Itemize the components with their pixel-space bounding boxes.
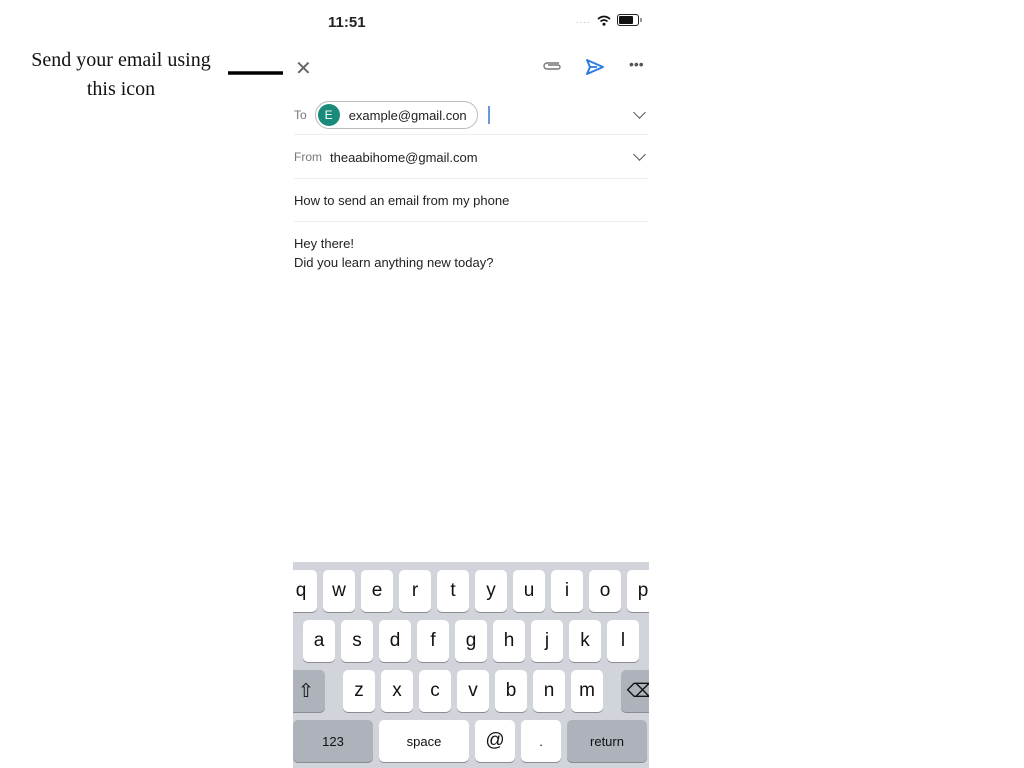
keyboard-row-2: asdfghjkl	[303, 620, 639, 662]
wifi-icon	[597, 15, 611, 26]
shift-key[interactable]: ⇧	[293, 670, 325, 712]
key-a[interactable]: a	[303, 620, 335, 662]
key-o[interactable]: o	[589, 570, 621, 612]
phone-screen: 11:51 .... ✕ ••• To E example@gmail.con …	[283, 0, 653, 768]
body-line-1: Hey there!	[294, 236, 354, 251]
to-label: To	[294, 108, 307, 122]
recipient-avatar: E	[317, 104, 340, 126]
key-m[interactable]: m	[571, 670, 603, 712]
annotation-caption: Send your email using this icon	[10, 46, 232, 104]
paperclip-icon[interactable]	[541, 59, 563, 73]
status-icons: ....	[575, 14, 642, 26]
key-s[interactable]: s	[341, 620, 373, 662]
key-w[interactable]: w	[323, 570, 355, 612]
key-i[interactable]: i	[551, 570, 583, 612]
key-e[interactable]: e	[361, 570, 393, 612]
text-cursor	[487, 106, 490, 124]
from-email: theaabihome@gmail.com	[330, 149, 478, 165]
key-f[interactable]: f	[417, 620, 449, 662]
keyboard-row-4: 123 space @ . return	[293, 720, 647, 762]
from-label: From	[294, 150, 322, 164]
at-key[interactable]: @	[475, 720, 515, 762]
key-k[interactable]: k	[569, 620, 601, 662]
key-l[interactable]: l	[607, 620, 639, 662]
space-key[interactable]: space	[379, 720, 469, 762]
key-q[interactable]: q	[293, 570, 317, 612]
annotation-line-1: Send your email using	[31, 49, 211, 71]
close-button[interactable]: ✕	[295, 56, 312, 81]
to-chevron-down-icon[interactable]	[633, 106, 646, 119]
send-icon[interactable]	[585, 58, 605, 76]
from-field[interactable]: From theaabihome@gmail.com	[294, 136, 648, 179]
battery-icon	[617, 14, 642, 26]
from-chevron-down-icon[interactable]	[633, 148, 646, 161]
key-y[interactable]: y	[475, 570, 507, 612]
period-key[interactable]: .	[521, 720, 561, 762]
signal-icon: ....	[575, 14, 591, 26]
key-u[interactable]: u	[513, 570, 545, 612]
key-j[interactable]: j	[531, 620, 563, 662]
key-v[interactable]: v	[457, 670, 489, 712]
key-r[interactable]: r	[399, 570, 431, 612]
backspace-key[interactable]: ⌫	[621, 670, 649, 712]
subject-text: How to send an email from my phone	[294, 192, 510, 208]
more-options-button[interactable]: •••	[629, 56, 644, 72]
recipient-chip[interactable]: E example@gmail.con	[314, 101, 478, 129]
key-d[interactable]: d	[379, 620, 411, 662]
keyboard-row-1: qwertyuiop	[293, 570, 649, 612]
key-g[interactable]: g	[455, 620, 487, 662]
recipient-email: example@gmail.con	[348, 107, 467, 123]
key-h[interactable]: h	[493, 620, 525, 662]
key-x[interactable]: x	[381, 670, 413, 712]
subject-field[interactable]: How to send an email from my phone	[294, 179, 648, 222]
key-p[interactable]: p	[627, 570, 649, 612]
key-c[interactable]: c	[419, 670, 451, 712]
return-key[interactable]: return	[567, 720, 647, 762]
message-body[interactable]: Hey there! Did you learn anything new to…	[294, 234, 493, 272]
key-b[interactable]: b	[495, 670, 527, 712]
keyboard-row-3: ⇧ zxcvbnm ⌫	[293, 670, 649, 712]
key-z[interactable]: z	[343, 670, 375, 712]
numbers-key[interactable]: 123	[293, 720, 373, 762]
keyboard: qwertyuiop asdfghjkl ⇧ zxcvbnm ⌫ 123 spa…	[293, 562, 649, 768]
to-field[interactable]: To E example@gmail.con	[294, 96, 648, 135]
body-line-2: Did you learn anything new today?	[294, 255, 494, 270]
annotation-line-2: this icon	[86, 78, 156, 100]
key-n[interactable]: n	[533, 670, 565, 712]
key-t[interactable]: t	[437, 570, 469, 612]
status-time: 11:51	[328, 14, 366, 31]
